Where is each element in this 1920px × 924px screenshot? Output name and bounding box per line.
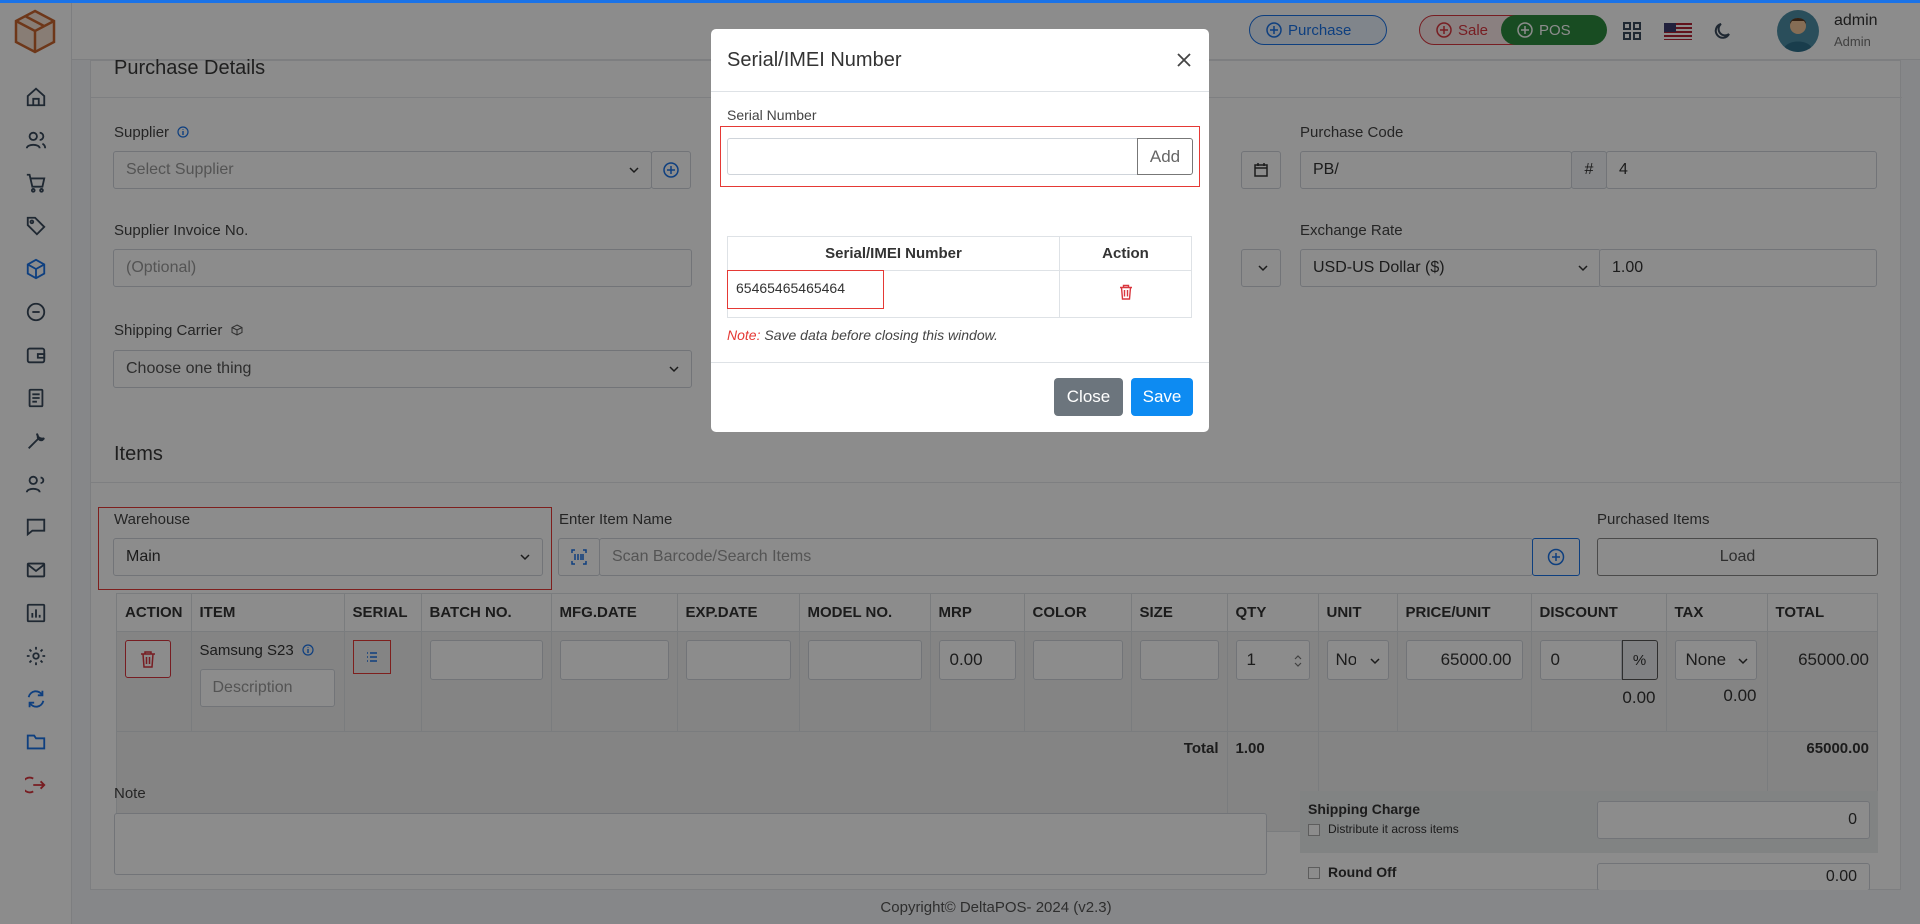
serial-row: 65465465465464: [727, 270, 1192, 318]
serial-table: Serial/IMEI Number Action 65465465465464: [727, 236, 1192, 318]
serial-modal: Serial/IMEI Number Serial Number Add Ser…: [711, 29, 1209, 432]
serial-number-input[interactable]: [727, 138, 1138, 175]
serial-header-row: Serial/IMEI Number Action: [727, 236, 1192, 271]
modal-note: Note: Save data before closing this wind…: [727, 327, 998, 343]
modal-title: Serial/IMEI Number: [727, 48, 902, 71]
close-button[interactable]: Close: [1054, 378, 1123, 416]
serial-number-label: Serial Number: [727, 107, 817, 123]
trash-icon[interactable]: [1119, 284, 1133, 300]
modal-header: Serial/IMEI Number: [711, 29, 1209, 92]
modal-note-text: Save data before closing this window.: [764, 327, 998, 343]
modal-body: Serial Number Add Serial/IMEI Number Act…: [711, 92, 1209, 362]
col-serial-action: Action: [1059, 236, 1192, 271]
loading-progress-bar: [0, 0, 1920, 3]
save-button[interactable]: Save: [1131, 378, 1193, 416]
modal-footer: Close Save: [711, 362, 1209, 432]
modal-note-prefix: Note:: [727, 327, 761, 343]
serial-value-cell: 65465465465464: [727, 270, 1060, 318]
add-serial-button[interactable]: Add: [1137, 138, 1193, 175]
close-icon[interactable]: [1173, 49, 1195, 71]
serial-value: 65465465465464: [736, 279, 846, 296]
serial-action-cell: [1059, 270, 1192, 318]
col-serial-number: Serial/IMEI Number: [727, 236, 1060, 271]
